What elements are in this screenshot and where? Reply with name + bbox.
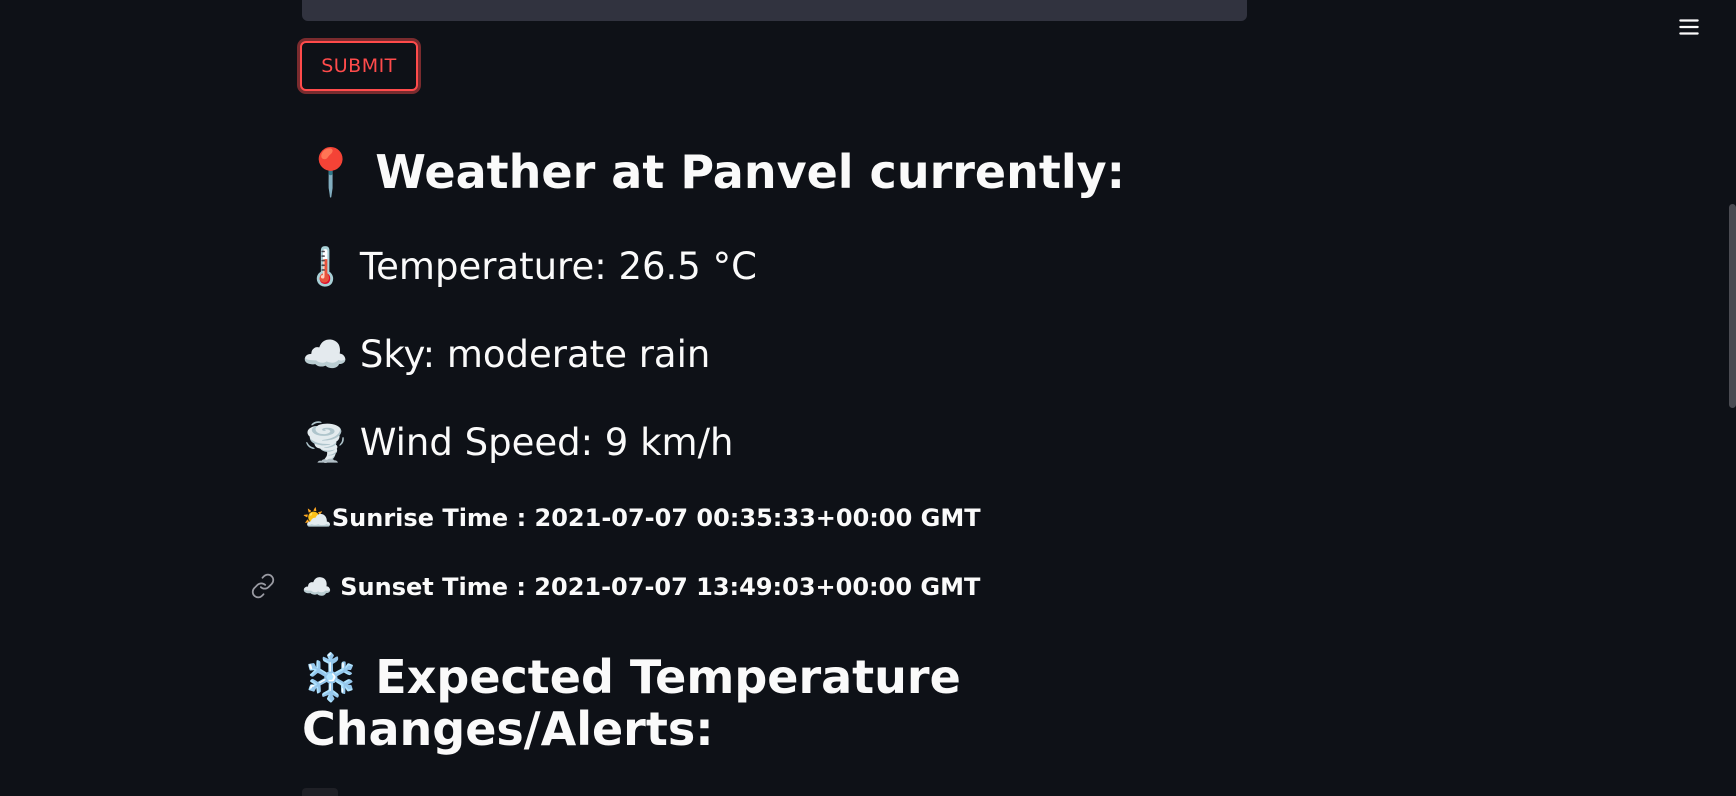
- sunset-text: Sunset Time : 2021-07-07 13:49:03+00:00 …: [340, 573, 981, 601]
- cloud-icon: ☁️: [302, 573, 332, 601]
- tornado-icon: 🌪️: [302, 421, 349, 464]
- submit-button[interactable]: SUBMIT: [300, 41, 418, 91]
- alerts-heading-text: Expected Temperature Changes/Alerts:: [302, 650, 961, 756]
- alerts-heading: ❄️ Expected Temperature Changes/Alerts:: [302, 651, 1062, 755]
- sunrise-line: ⛅Sunrise Time : 2021-07-07 00:35:33+00:0…: [302, 502, 981, 534]
- weather-heading-text: Weather at Panvel currently:: [375, 145, 1126, 199]
- scrollbar-thumb[interactable]: [1729, 204, 1736, 408]
- temperature-text: Temperature: 26.5 °C: [359, 245, 757, 288]
- snowflake-icon: ❄️: [302, 650, 360, 704]
- thermometer-icon: 🌡️: [302, 245, 349, 288]
- weather-heading: 📍 Weather at Panvel currently:: [302, 143, 1125, 201]
- text-input-field[interactable]: [302, 0, 1247, 21]
- sun-behind-cloud-icon: ⛅: [302, 504, 332, 532]
- app-root: SUBMIT 📍 Weather at Panvel currently: 🌡️…: [0, 0, 1736, 796]
- sky-text: Sky: moderate rain: [359, 333, 711, 376]
- hamburger-menu-icon[interactable]: [1676, 14, 1702, 40]
- pin-icon: 📍: [302, 145, 360, 199]
- link-icon[interactable]: [250, 573, 276, 599]
- sunrise-text: Sunrise Time : 2021-07-07 00:35:33+00:00…: [331, 504, 981, 532]
- wind-text: Wind Speed: 9 km/h: [359, 421, 734, 464]
- sunset-line: ☁️ Sunset Time : 2021-07-07 13:49:03+00:…: [302, 571, 980, 603]
- temperature-line: 🌡️ Temperature: 26.5 °C: [302, 244, 757, 290]
- next-line-icon: [302, 788, 338, 796]
- sky-line: ☁️ Sky: moderate rain: [302, 332, 710, 378]
- cloud-icon: ☁️: [302, 333, 349, 376]
- wind-line: 🌪️ Wind Speed: 9 km/h: [302, 420, 734, 466]
